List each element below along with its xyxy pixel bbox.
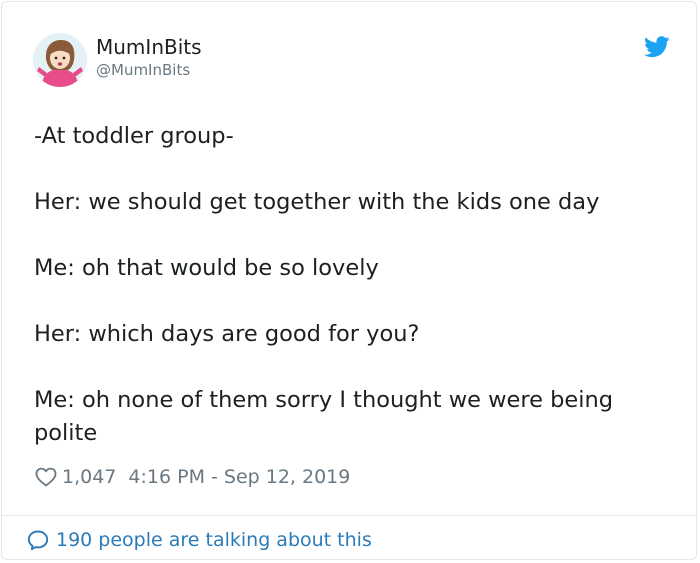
speech-bubble-icon	[27, 530, 49, 551]
tweet-paragraph: -At toddler group-	[34, 123, 234, 149]
tweet-meta: 1,047 4:16 PM - Sep 12, 2019	[34, 462, 350, 492]
avatar-cartoon-woman-icon	[33, 33, 87, 87]
divider	[2, 515, 696, 516]
heart-outline-icon[interactable]	[34, 465, 58, 489]
tweet-paragraph: Her: which days are good for you?	[34, 321, 420, 347]
tweet-text: -At toddler group- Her: we should get to…	[34, 120, 674, 483]
tweet-paragraph: Her: we should get together with the kid…	[34, 189, 600, 215]
tweet-paragraph: Me: oh that would be so lovely	[34, 255, 379, 281]
twitter-bird-icon[interactable]	[644, 36, 670, 58]
talking-about-text[interactable]: 190 people are talking about this	[56, 529, 372, 551]
author-handle[interactable]: @MumInBits	[96, 60, 190, 80]
tweet-card: MumInBits @MumInBits -At toddler group- …	[1, 1, 697, 560]
tweet-timestamp[interactable]: 4:16 PM - Sep 12, 2019	[128, 466, 350, 488]
tweet-paragraph: Me: oh none of them sorry I thought we w…	[34, 387, 614, 446]
author-display-name[interactable]: MumInBits	[96, 34, 202, 60]
avatar[interactable]	[33, 33, 87, 87]
talking-about-link[interactable]: 190 people are talking about this	[26, 526, 372, 554]
like-count[interactable]: 1,047	[62, 466, 116, 488]
